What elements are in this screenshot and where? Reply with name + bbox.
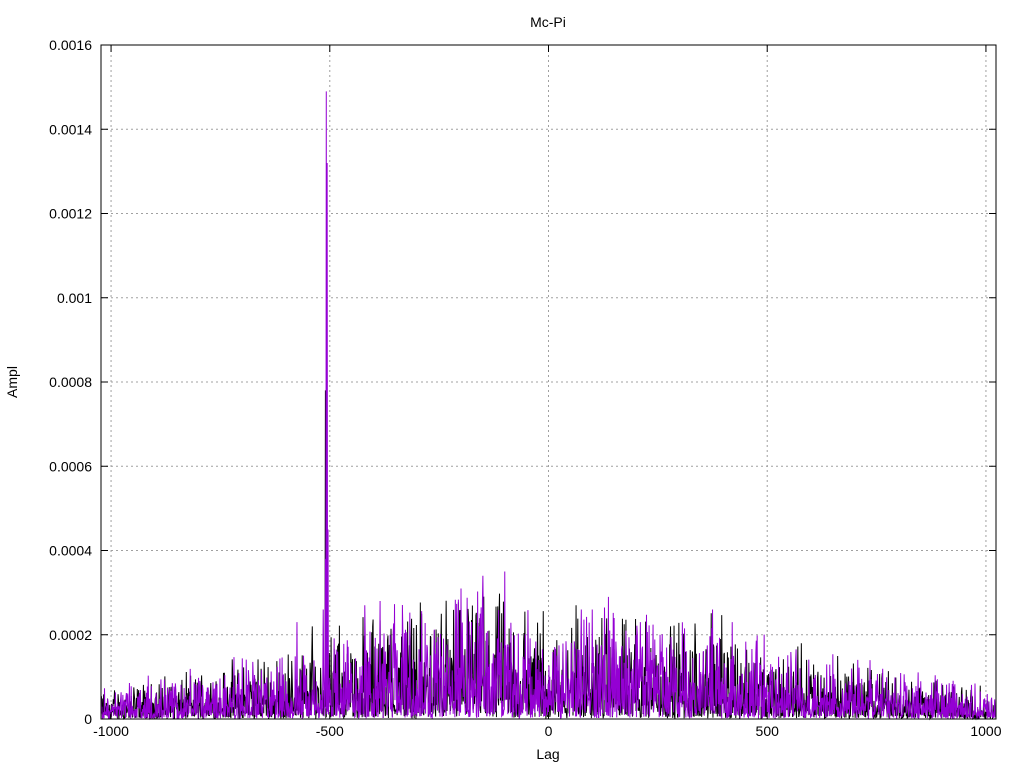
y-tick-label: 0.0014 — [49, 121, 92, 137]
y-tick-label: 0.0004 — [49, 543, 92, 559]
y-tick-label: 0.0016 — [49, 37, 92, 53]
chart: -1000 -500 0 500 1000 0 0.0002 0.0004 0.0006 0.00… — [4, 14, 1002, 762]
grid — [101, 45, 996, 719]
x-tick-label: 0 — [545, 723, 553, 739]
x-tick-label: 500 — [756, 723, 780, 739]
y-tick-label: 0.001 — [57, 290, 92, 306]
x-tick-label: -1000 — [93, 723, 129, 739]
y-tick-label: 0.0002 — [49, 627, 92, 643]
y-axis-label: Ampl — [4, 366, 20, 398]
x-tick-label: 1000 — [970, 723, 1001, 739]
y-tick-label: 0.0008 — [49, 374, 92, 390]
y-tick-label: 0.0012 — [49, 206, 92, 222]
y-tick-label: 0 — [84, 711, 92, 727]
x-axis-label: Lag — [536, 746, 559, 762]
chart-title: Mc-Pi — [530, 14, 566, 30]
x-tick-label: -500 — [316, 723, 344, 739]
y-tick-label: 0.0006 — [49, 458, 92, 474]
